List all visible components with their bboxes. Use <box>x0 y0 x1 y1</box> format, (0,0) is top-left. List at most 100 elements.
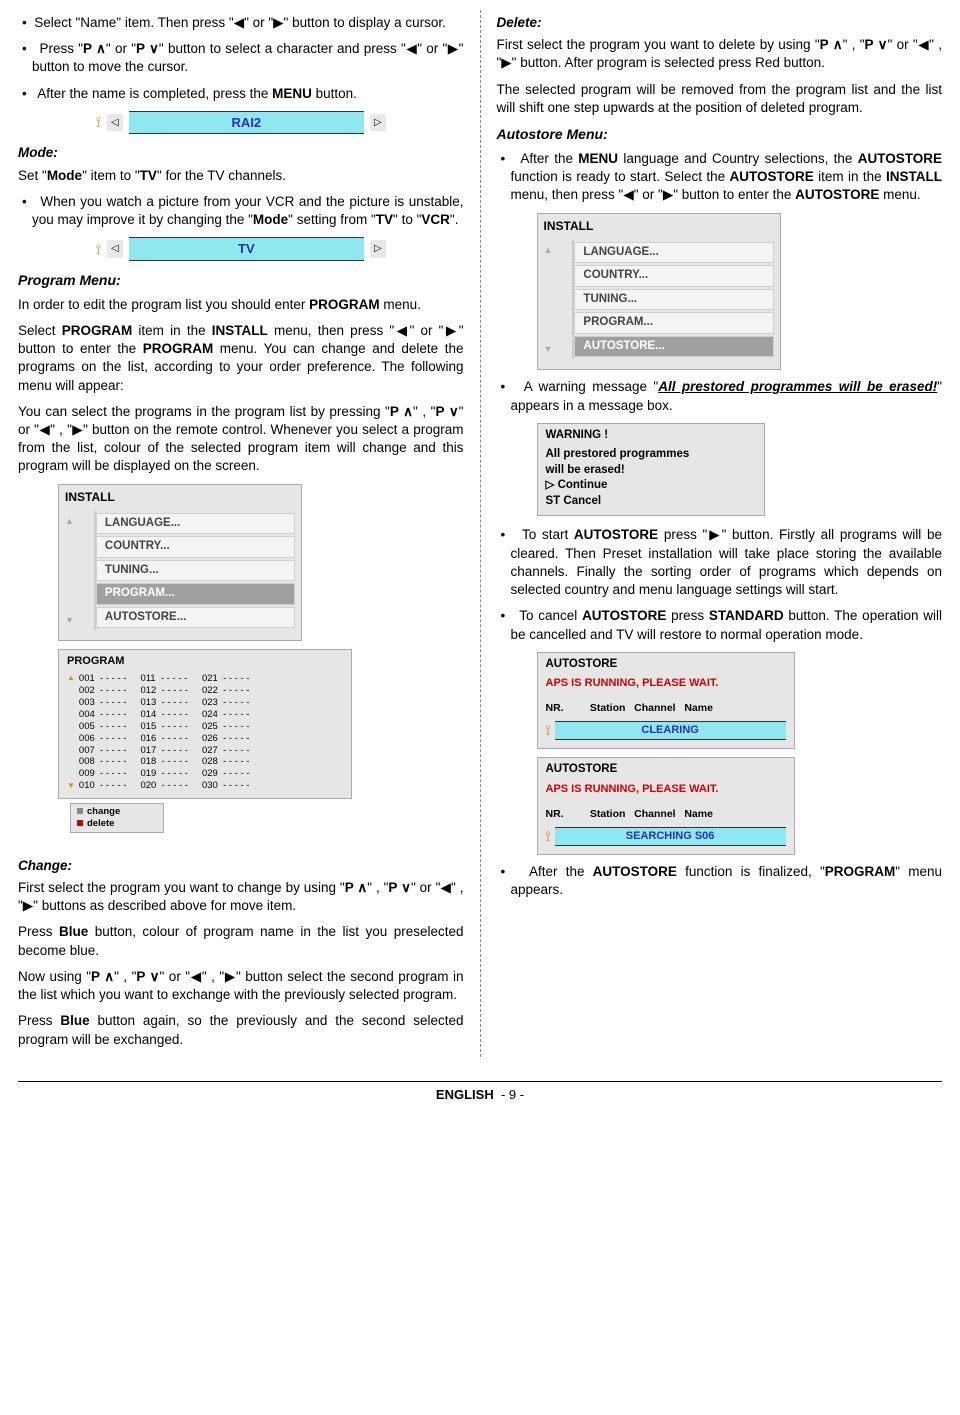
up-arrow-icon: ▲ <box>544 244 553 256</box>
menu-item-tuning: TUNING... <box>96 560 295 582</box>
tune-icon: ⟟ <box>96 240 101 259</box>
delete-text-2: The selected program will be removed fro… <box>497 81 943 117</box>
right-arrow-icon: ▷ <box>370 114 386 132</box>
autostore-menu-heading: Autostore Menu: <box>497 125 943 144</box>
install-menu-title: INSTALL <box>544 218 774 234</box>
program-cell: 002 - - - - - <box>79 685 127 697</box>
change-text-2: Press Blue button, colour of program nam… <box>18 923 464 959</box>
program-cell: 012 - - - - - <box>140 685 188 697</box>
aps-headers: NR. Station Channel Name <box>546 701 786 715</box>
menu-item-autostore: AUTOSTORE... <box>574 336 773 358</box>
delete-heading: Delete: <box>497 14 943 32</box>
osd-value: CLEARING <box>555 721 786 740</box>
osd-value: TV <box>129 237 364 261</box>
warning-continue: ▷ Continue <box>546 478 756 494</box>
program-cell: 001 - - - - - <box>79 673 127 685</box>
autostore-bullet-2: A warning message "All prestored program… <box>501 378 943 414</box>
program-menu-text-1: In order to edit the program list you sh… <box>18 296 464 314</box>
program-list-box: PROGRAM ▲ ▼ 001 - - - - -002 - - - - -00… <box>58 649 352 799</box>
autostore-final: After the AUTOSTORE function is finalize… <box>501 863 943 899</box>
program-cell: 020 - - - - - <box>140 780 188 792</box>
change-text-1: First select the program you want to cha… <box>18 879 464 915</box>
down-arrow-icon: ▼ <box>544 343 553 355</box>
name-bullet-3: After the name is completed, press the M… <box>22 85 464 103</box>
osd-value: RAI2 <box>129 111 364 135</box>
change-text-3: Now using "P ∧" , "P ∨" or "◀" , "▶" but… <box>18 968 464 1004</box>
program-cell: 014 - - - - - <box>140 709 188 721</box>
autostore-box-title: AUTOSTORE <box>546 762 786 778</box>
program-cell: 003 - - - - - <box>79 697 127 709</box>
warning-title: WARNING ! <box>546 428 756 444</box>
autostore-box-2: AUTOSTORE APS IS RUNNING, PLEASE WAIT. N… <box>537 757 795 854</box>
install-menu-box-left: INSTALL ▲ ▼ LANGUAGE... COUNTRY... TUNIN… <box>58 484 302 642</box>
page-footer: ENGLISH - 9 - <box>18 1081 942 1104</box>
program-cell: 004 - - - - - <box>79 709 127 721</box>
program-cell: 019 - - - - - <box>140 768 188 780</box>
program-actions: change delete <box>70 803 164 833</box>
program-cell: 023 - - - - - <box>202 697 250 709</box>
osd-mode-bar: ⟟ ◁ TV ▷ <box>96 237 386 261</box>
warning-box: WARNING ! All prestored programmes will … <box>537 423 765 517</box>
program-cell: 009 - - - - - <box>79 768 127 780</box>
program-cell: 008 - - - - - <box>79 756 127 768</box>
program-menu-text-2: Select PROGRAM item in the INSTALL menu,… <box>18 322 464 395</box>
name-bullet-1: Select "Name" item. Then press "◀" or "▶… <box>22 14 464 32</box>
delete-text-1: First select the program you want to del… <box>497 36 943 72</box>
install-menu-box-right: INSTALL ▲ ▼ LANGUAGE... COUNTRY... TUNIN… <box>537 213 781 371</box>
up-arrow-icon: ▲ <box>65 515 74 527</box>
tune-icon: ⟟ <box>546 721 551 740</box>
mode-heading: Mode: <box>18 144 464 162</box>
menu-item-tuning: TUNING... <box>574 289 773 311</box>
warning-line-2: will be erased! <box>546 463 756 479</box>
program-cell: 028 - - - - - <box>202 756 250 768</box>
warning-cancel: ST Cancel <box>546 494 756 510</box>
menu-item-language: LANGUAGE... <box>574 242 773 264</box>
program-cell: 016 - - - - - <box>140 733 188 745</box>
program-cell: 013 - - - - - <box>140 697 188 709</box>
autostore-bullet-3: To start AUTOSTORE press "▶" button. Fir… <box>501 526 943 599</box>
warning-line-1: All prestored programmes <box>546 447 756 463</box>
left-arrow-icon: ◁ <box>107 114 123 132</box>
program-cell: 006 - - - - - <box>79 733 127 745</box>
program-cell: 022 - - - - - <box>202 685 250 697</box>
down-arrow-icon: ▼ <box>65 614 74 626</box>
program-cell: 005 - - - - - <box>79 721 127 733</box>
up-arrow-icon: ▲ <box>67 673 75 684</box>
program-menu-heading: Program Menu: <box>18 271 464 290</box>
menu-item-autostore: AUTOSTORE... <box>96 607 295 629</box>
mode-bullet-1: When you watch a picture from your VCR a… <box>22 193 464 229</box>
program-cell: 007 - - - - - <box>79 745 127 757</box>
change-heading: Change: <box>18 857 464 875</box>
menu-item-program: PROGRAM... <box>574 312 773 334</box>
program-cell: 024 - - - - - <box>202 709 250 721</box>
program-cell: 030 - - - - - <box>202 780 250 792</box>
program-cell: 026 - - - - - <box>202 733 250 745</box>
program-cell: 011 - - - - - <box>140 673 188 685</box>
program-cell: 021 - - - - - <box>202 673 250 685</box>
program-cell: 027 - - - - - <box>202 745 250 757</box>
right-arrow-icon: ▷ <box>370 240 386 258</box>
blue-square-icon <box>77 808 83 814</box>
osd-name-bar: ⟟ ◁ RAI2 ▷ <box>96 111 386 135</box>
aps-running-text: APS IS RUNNING, PLEASE WAIT. <box>546 676 786 691</box>
aps-running-text: APS IS RUNNING, PLEASE WAIT. <box>546 782 786 797</box>
osd-value: SEARCHING S06 <box>555 827 786 846</box>
autostore-bullet-1: After the MENU language and Country sele… <box>501 150 943 205</box>
down-arrow-icon: ▼ <box>67 781 75 792</box>
menu-item-language: LANGUAGE... <box>96 513 295 535</box>
name-bullet-2: Press "P ∧" or "P ∨" button to select a … <box>22 40 464 76</box>
tune-icon: ⟟ <box>546 827 551 846</box>
left-arrow-icon: ◁ <box>107 240 123 258</box>
red-square-icon <box>77 820 83 826</box>
install-menu-title: INSTALL <box>65 489 295 505</box>
program-menu-text-3: You can select the programs in the progr… <box>18 403 464 476</box>
menu-item-country: COUNTRY... <box>574 265 773 287</box>
program-cell: 018 - - - - - <box>140 756 188 768</box>
menu-item-program: PROGRAM... <box>96 583 295 605</box>
menu-item-country: COUNTRY... <box>96 536 295 558</box>
autostore-box-1: AUTOSTORE APS IS RUNNING, PLEASE WAIT. N… <box>537 652 795 749</box>
program-cell: 015 - - - - - <box>140 721 188 733</box>
program-cell: 025 - - - - - <box>202 721 250 733</box>
program-list-title: PROGRAM <box>67 654 343 669</box>
program-cell: 010 - - - - - <box>79 780 127 792</box>
